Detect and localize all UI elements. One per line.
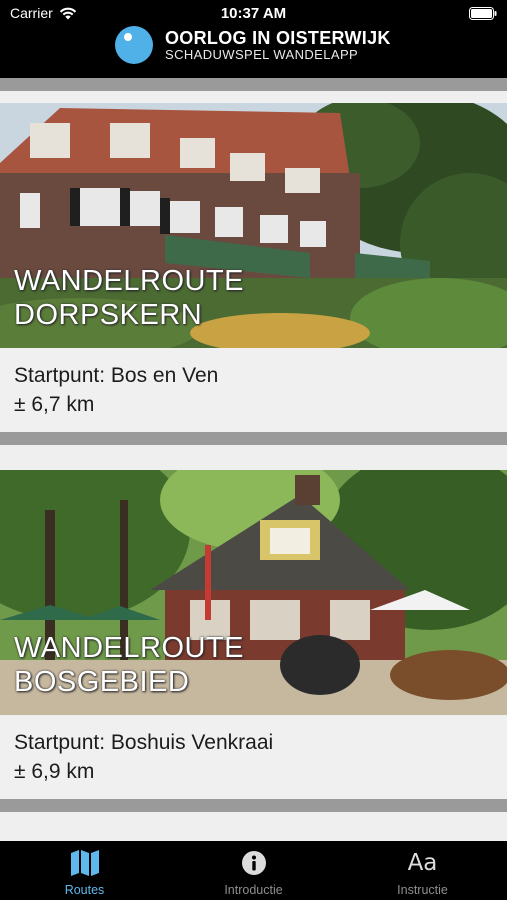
divider	[0, 78, 507, 91]
tab-label: Instructie	[397, 883, 448, 897]
app-header: OORLOG IN OISTERWIJK SCHADUWSPEL WANDELA…	[0, 26, 507, 78]
route-distance: ± 6,9 km	[14, 760, 95, 783]
tab-instructie[interactable]: Aa Instructie	[338, 841, 507, 900]
route-card-dorpskern[interactable]: WANDELROUTE DORPSKERN Startpunt: Bos en …	[0, 103, 507, 432]
route-distance: ± 6,7 km	[14, 393, 95, 416]
divider	[0, 799, 507, 812]
battery-icon	[469, 7, 497, 20]
route-list[interactable]: WANDELROUTE DORPSKERN Startpunt: Bos en …	[0, 78, 507, 841]
tab-label: Introductie	[224, 883, 283, 897]
app-subtitle: SCHADUWSPEL WANDELAPP	[165, 47, 359, 62]
clock: 10:37 AM	[220, 5, 287, 22]
status-bar: Carrier 10:37 AM	[0, 0, 507, 26]
route-title: WANDELROUTE BOSGEBIED	[14, 632, 244, 698]
info-icon	[241, 849, 267, 877]
route-image-hotel[interactable]: WANDELROUTE DORPSKERN	[0, 103, 507, 348]
route-card-bosgebied[interactable]: WANDELROUTE BOSGEBIED Startpunt: Boshuis…	[0, 470, 507, 799]
tab-bar: Routes Introductie Aa Instructie	[0, 841, 507, 900]
route-start: Startpunt: Bos en Ven	[14, 364, 219, 387]
route-info: Startpunt: Boshuis Venkraai ± 6,9 km	[0, 715, 507, 799]
tab-introductie[interactable]: Introductie	[169, 841, 338, 900]
divider	[0, 432, 507, 445]
route-info: Startpunt: Bos en Ven ± 6,7 km	[0, 348, 507, 432]
text-size-icon: Aa	[407, 850, 438, 876]
route-start: Startpunt: Boshuis Venkraai	[14, 731, 274, 754]
map-icon	[70, 849, 100, 877]
tab-routes[interactable]: Routes	[0, 841, 169, 900]
tab-label: Routes	[64, 883, 105, 897]
route-image-pavilion[interactable]: WANDELROUTE BOSGEBIED	[0, 470, 507, 715]
app-logo-icon	[115, 26, 153, 64]
route-title: WANDELROUTE DORPSKERN	[14, 265, 244, 331]
app-title: OORLOG IN OISTERWIJK	[165, 28, 391, 48]
